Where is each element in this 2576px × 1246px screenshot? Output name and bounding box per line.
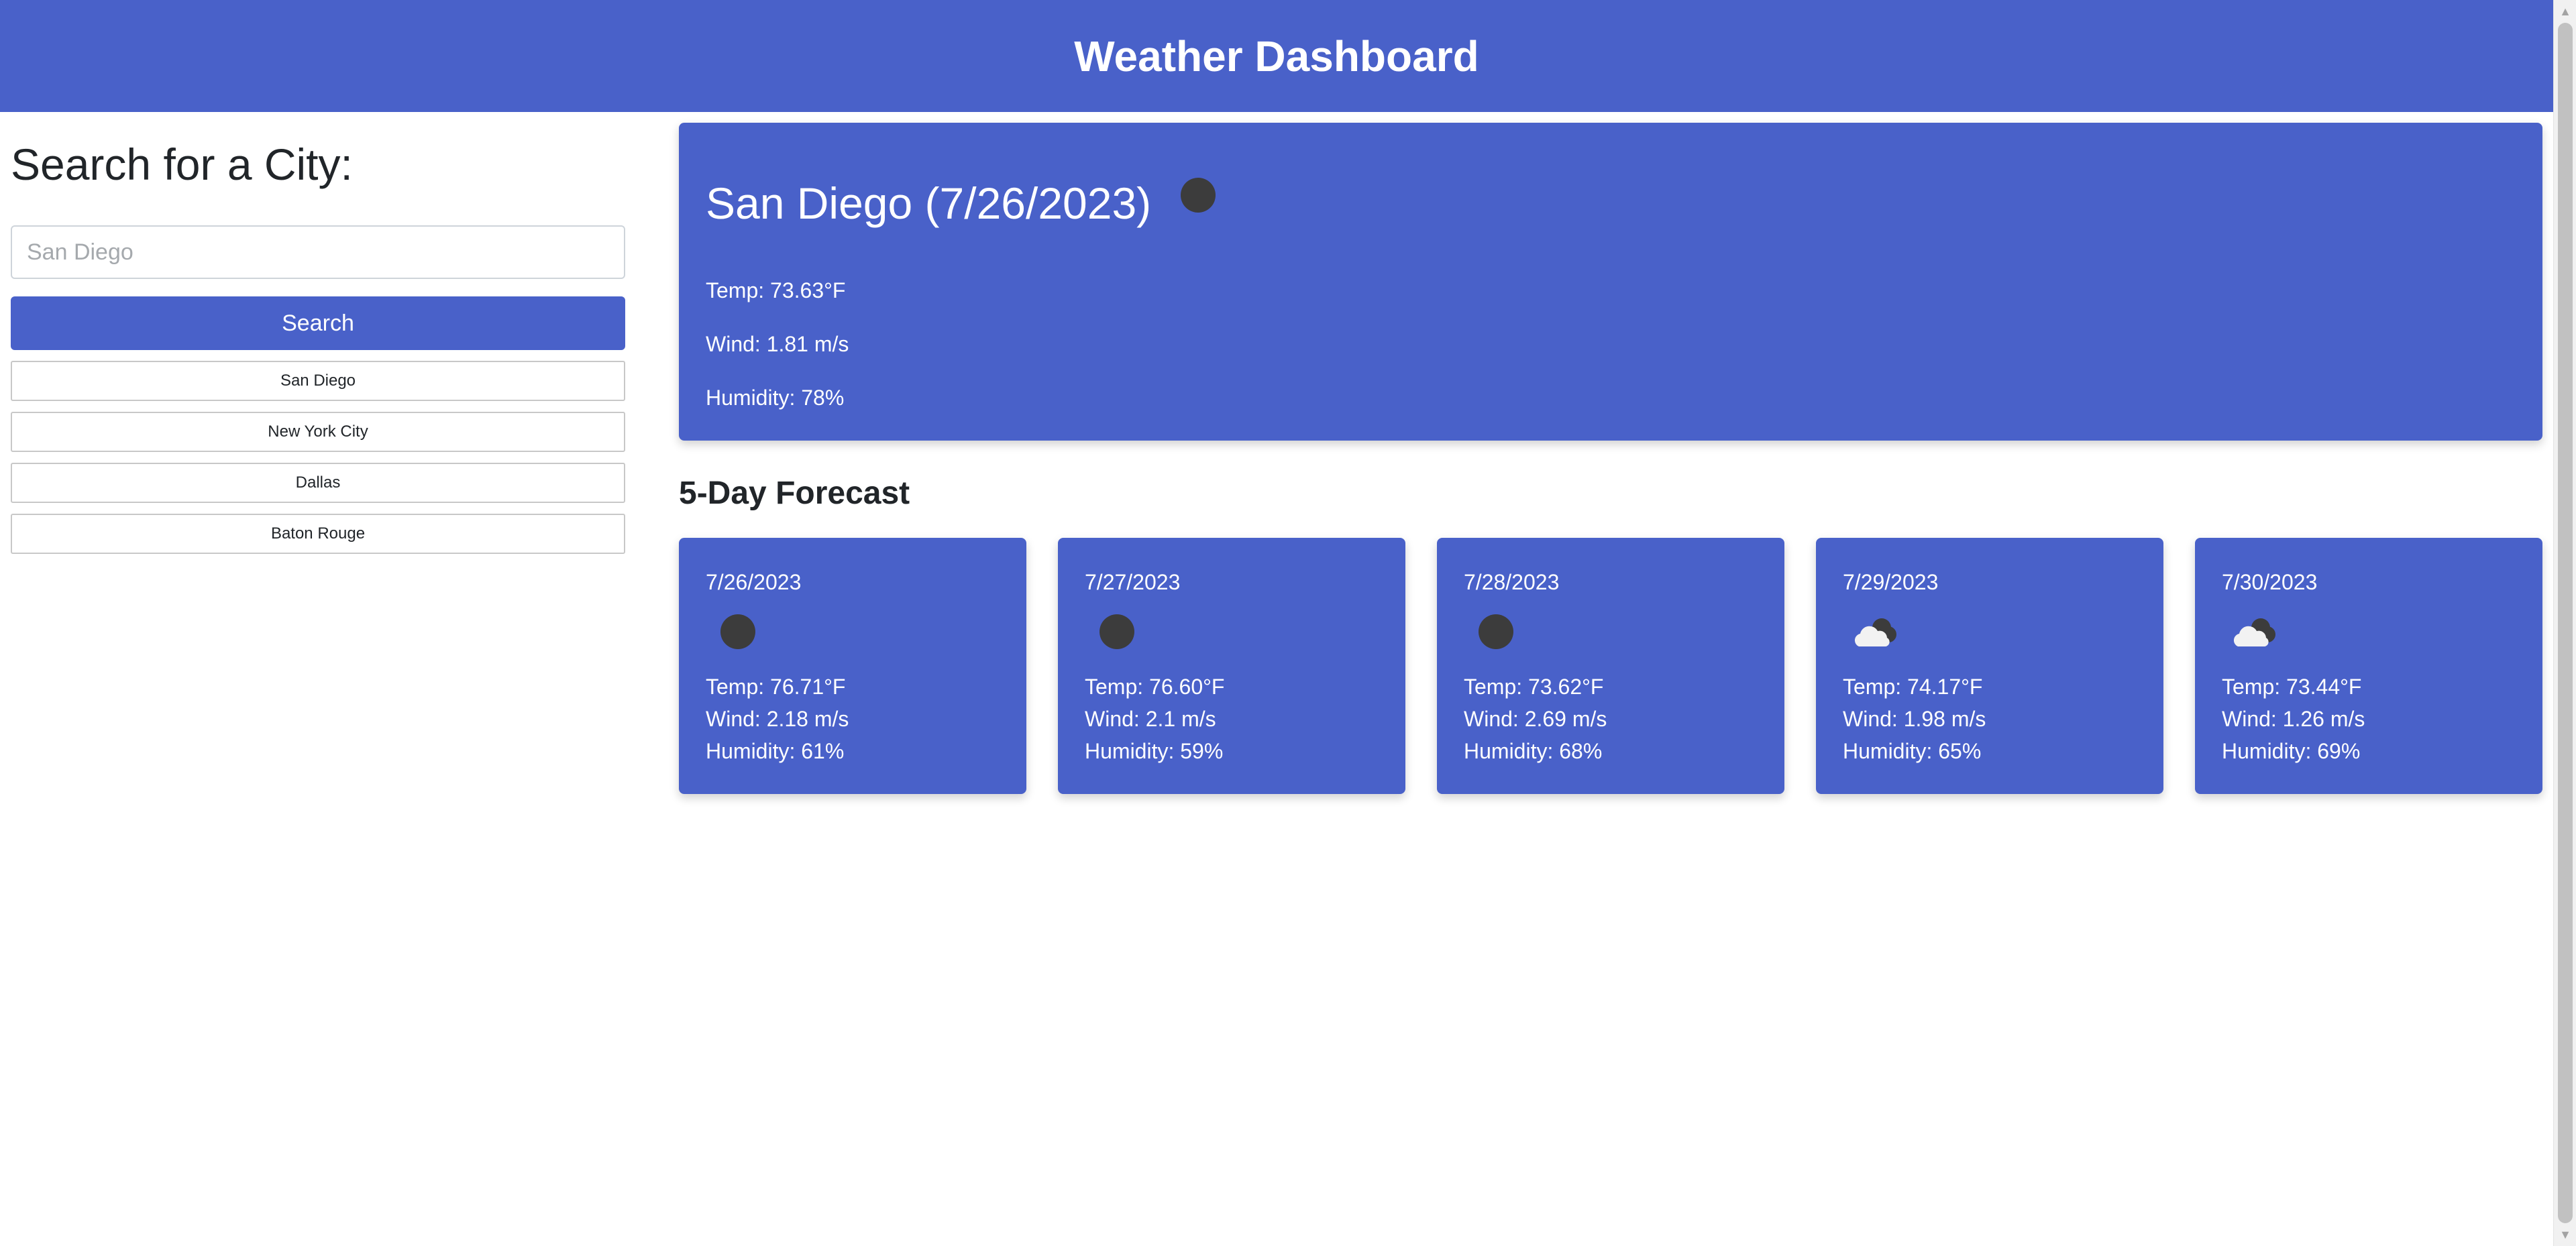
current-city-date: San Diego (7/26/2023): [706, 178, 1152, 228]
forecast-wind: Wind: 2.69 m/s: [1464, 707, 1607, 731]
scroll-up-icon[interactable]: ▲: [2554, 0, 2576, 23]
forecast-date: 7/29/2023: [1843, 570, 1939, 594]
app-title: Weather Dashboard: [1074, 32, 1479, 80]
forecast-temp: Temp: 76.60°F: [1085, 675, 1225, 699]
scroll-down-icon[interactable]: ▼: [2554, 1223, 2576, 1246]
weather-dashboard-page: Weather Dashboard Search for a City: Sea…: [0, 0, 2576, 1246]
forecast-cards: 7/26/2023 Temp: 76.71°F Wind: 2.18 m/s H…: [679, 538, 2542, 794]
city-search-input[interactable]: [11, 225, 625, 279]
forecast-card: 7/29/2023 Temp: 74.17°F Wind: 1.98 m/s H…: [1816, 538, 2163, 794]
forecast-date: 7/30/2023: [2222, 570, 2318, 594]
forecast-temp: Temp: 73.62°F: [1464, 675, 1604, 699]
forecast-temp: Temp: 73.44°F: [2222, 675, 2362, 699]
forecast-wind: Wind: 1.26 m/s: [2222, 707, 2365, 731]
clear-night-icon: [1181, 178, 1216, 213]
clear-night-icon: [720, 614, 755, 649]
search-history-list: San Diego New York City Dallas Baton Rou…: [11, 361, 625, 554]
current-wind: Wind: 1.81 m/s: [706, 332, 849, 356]
forecast-card: 7/28/2023 Temp: 73.62°F Wind: 2.69 m/s H…: [1437, 538, 1784, 794]
search-button[interactable]: Search: [11, 296, 625, 350]
forecast-card: 7/27/2023 Temp: 76.60°F Wind: 2.1 m/s Hu…: [1058, 538, 1405, 794]
forecast-card: 7/30/2023 Temp: 73.44°F Wind: 1.26 m/s H…: [2195, 538, 2542, 794]
current-temp: Temp: 73.63°F: [706, 278, 846, 302]
forecast-date: 7/27/2023: [1085, 570, 1181, 594]
current-weather-header: San Diego (7/26/2023): [706, 163, 1216, 243]
current-weather-card: San Diego (7/26/2023) Temp: 73.63°F Wind…: [679, 123, 2542, 441]
clear-night-icon: [1479, 614, 1513, 649]
forecast-wind: Wind: 2.1 m/s: [1085, 707, 1216, 731]
forecast-humidity: Humidity: 61%: [706, 739, 845, 763]
scroll-thumb[interactable]: [2558, 23, 2573, 1223]
forecast-humidity: Humidity: 68%: [1464, 739, 1603, 763]
forecast-humidity: Humidity: 69%: [2222, 739, 2361, 763]
history-city-button[interactable]: San Diego: [11, 361, 625, 401]
partly-cloudy-night-icon: [1849, 614, 1903, 649]
forecast-humidity: Humidity: 65%: [1843, 739, 1982, 763]
forecast-wind: Wind: 1.98 m/s: [1843, 707, 1986, 731]
history-city-button[interactable]: New York City: [11, 412, 625, 452]
forecast-date: 7/26/2023: [706, 570, 802, 594]
history-city-button[interactable]: Dallas: [11, 463, 625, 503]
forecast-card: 7/26/2023 Temp: 76.71°F Wind: 2.18 m/s H…: [679, 538, 1026, 794]
page-scrollbar[interactable]: ▲ ▼: [2553, 0, 2576, 1246]
clear-night-icon: [1099, 614, 1134, 649]
forecast-temp: Temp: 76.71°F: [706, 675, 846, 699]
search-sidebar: Search for a City: Search San Diego New …: [11, 127, 625, 565]
forecast-humidity: Humidity: 59%: [1085, 739, 1224, 763]
search-heading: Search for a City:: [11, 139, 353, 189]
forecast-heading: 5-Day Forecast: [679, 475, 910, 511]
history-city-button[interactable]: Baton Rouge: [11, 514, 625, 554]
forecast-temp: Temp: 74.17°F: [1843, 675, 1983, 699]
app-header: Weather Dashboard: [0, 0, 2553, 112]
forecast-wind: Wind: 2.18 m/s: [706, 707, 849, 731]
current-humidity: Humidity: 78%: [706, 386, 845, 410]
forecast-date: 7/28/2023: [1464, 570, 1560, 594]
partly-cloudy-night-icon: [2229, 614, 2282, 649]
